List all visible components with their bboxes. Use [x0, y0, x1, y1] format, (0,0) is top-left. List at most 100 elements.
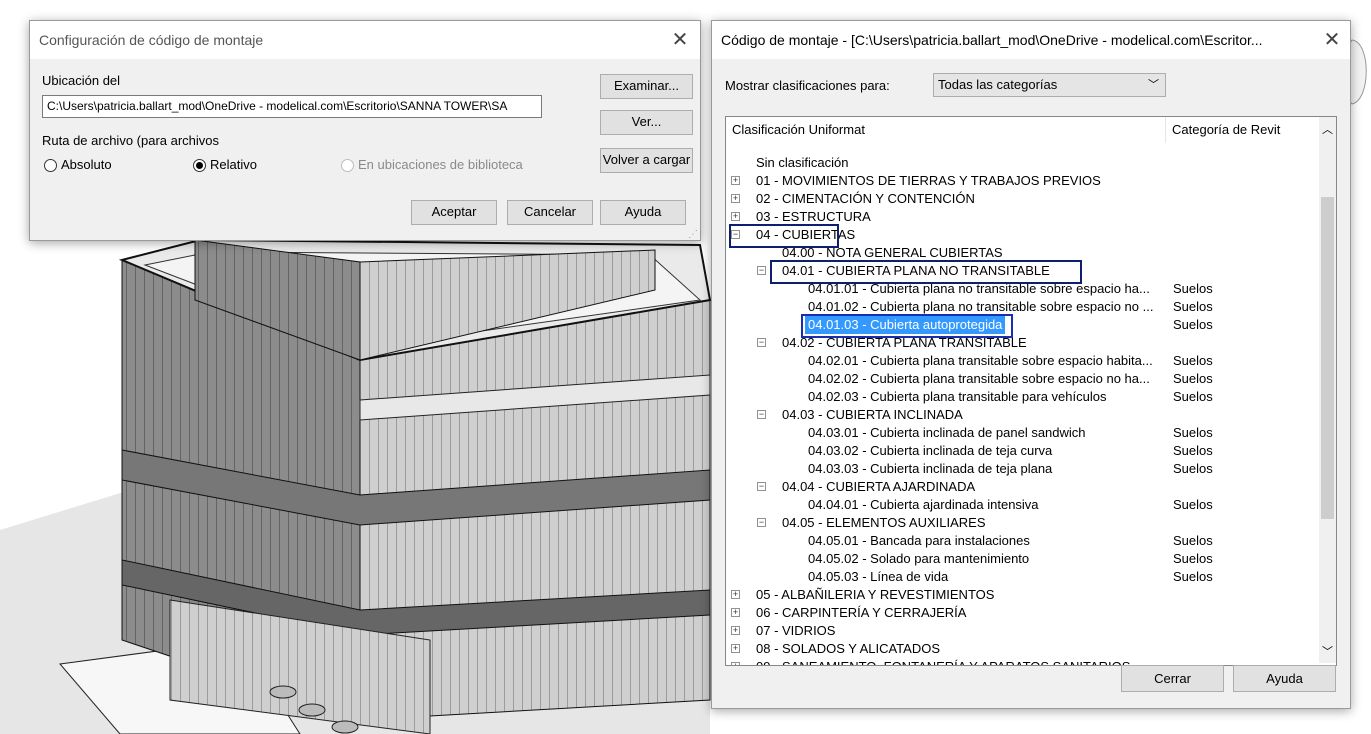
- tree-row[interactable]: − 04.03 - CUBIERTA INCLINADA: [726, 406, 1318, 424]
- category-filter-value: Todas las categorías: [938, 77, 1058, 92]
- tree-row-label: 04.05.03 - Línea de vida: [808, 569, 949, 584]
- tree-row-category: Suelos: [1173, 533, 1213, 548]
- classification-tree[interactable]: Clasificación Uniformat Categoría de Rev…: [725, 116, 1337, 666]
- tree-row-label: 04.05.02 - Solado para mantenimiento: [808, 551, 1030, 566]
- tree-row[interactable]: 04.03.02 - Cubierta inclinada de teja cu…: [726, 442, 1318, 460]
- tree-row[interactable]: +05 - ALBAÑILERIA Y REVESTIMIENTOS: [726, 586, 1318, 604]
- expand-icon[interactable]: +: [731, 194, 740, 203]
- radio-relative-label: Relativo: [210, 157, 257, 172]
- close-icon[interactable]: ✕: [1318, 27, 1346, 53]
- scroll-down-icon[interactable]: ﹀: [1322, 643, 1333, 659]
- cancel-button[interactable]: Cancelar: [507, 200, 593, 225]
- radio-relative[interactable]: [193, 159, 206, 172]
- tree-row[interactable]: +07 - VIDRIOS: [726, 622, 1318, 640]
- scroll-up-icon[interactable]: ︿: [1322, 121, 1333, 137]
- scrollbar-thumb[interactable]: [1321, 197, 1334, 519]
- tree-row[interactable]: 04.02.02 - Cubierta plana transitable so…: [726, 370, 1318, 388]
- tree-row-label: 07 - VIDRIOS: [756, 623, 836, 638]
- collapse-icon[interactable]: −: [757, 518, 766, 527]
- tree-row[interactable]: 04.05.02 - Solado para mantenimiento Suel…: [726, 550, 1318, 568]
- column-header-category[interactable]: Categoría de Revit: [1166, 117, 1316, 143]
- assembly-code-dialog: Código de montaje - [C:\Users\patricia.b…: [711, 20, 1351, 709]
- column-header-classification[interactable]: Clasificación Uniformat: [726, 117, 1166, 143]
- tree-row-label: 04.03.03 - Cubierta inclinada de teja pl…: [808, 461, 1053, 476]
- dialog-title: Configuración de código de montaje: [39, 32, 264, 48]
- tree-row[interactable]: − 04.04 - CUBIERTA AJARDINADA: [726, 478, 1318, 496]
- view-button[interactable]: Ver...: [600, 110, 693, 135]
- expand-icon[interactable]: +: [731, 608, 740, 617]
- tree-row-label: 06 - CARPINTERÍA Y CERRAJERÍA: [756, 605, 967, 620]
- vertical-scrollbar[interactable]: ︿ ﹀: [1319, 117, 1336, 663]
- radio-absolute-label: Absoluto: [61, 157, 112, 172]
- show-classifications-label: Mostrar clasificaciones para:: [725, 78, 890, 93]
- tree-row[interactable]: 04.05.03 - Línea de vida Suelos: [726, 568, 1318, 586]
- reload-button[interactable]: Volver a cargar: [600, 148, 693, 173]
- tree-row-category: Suelos: [1173, 353, 1213, 368]
- highlight-box: [729, 224, 839, 248]
- tree-row-category: Suelos: [1173, 371, 1213, 386]
- tree-row-label: 04.05.01 - Bancada para instalaciones: [808, 533, 1030, 548]
- tree-row[interactable]: +09 - SANEAMIENTO, FONTANERÍA Y APARATOS…: [726, 658, 1318, 665]
- tree-row[interactable]: +08 - SOLADOS Y ALICATADOS: [726, 640, 1318, 658]
- tree-row-label: 02 - CIMENTACIÓN Y CONTENCIÓN: [756, 191, 975, 206]
- close-icon[interactable]: ✕: [666, 27, 694, 53]
- file-path-field[interactable]: C:\Users\patricia.ballart_mod\OneDrive -…: [42, 95, 542, 118]
- expand-icon[interactable]: +: [731, 212, 740, 221]
- tree-row-label: 04.03 - CUBIERTA INCLINADA: [782, 407, 963, 422]
- tree-row-label: Sin clasificación: [756, 155, 849, 170]
- tree-row[interactable]: 04.03.03 - Cubierta inclinada de teja pl…: [726, 460, 1318, 478]
- tree-row-label: 04.02.02 - Cubierta plana transitable so…: [808, 371, 1150, 386]
- collapse-icon[interactable]: −: [757, 266, 766, 275]
- dialog-title: Código de montaje - [C:\Users\patricia.b…: [721, 32, 1263, 48]
- resize-grip-icon[interactable]: ⋰: [688, 229, 698, 240]
- tree-row[interactable]: − 04.05 - ELEMENTOS AUXILIARES: [726, 514, 1318, 532]
- close-button[interactable]: Cerrar: [1121, 665, 1224, 692]
- tree-row-category: Suelos: [1173, 443, 1213, 458]
- tree-row[interactable]: 04.02.01 - Cubierta plana transitable so…: [726, 352, 1318, 370]
- category-filter-select[interactable]: Todas las categorías ﹀: [933, 73, 1166, 97]
- tree-row-label: 04.02.01 - Cubierta plana transitable so…: [808, 353, 1153, 368]
- tree-row[interactable]: 04.05.01 - Bancada para instalaciones Sue…: [726, 532, 1318, 550]
- tree-row-label: 04.04 - CUBIERTA AJARDINADA: [782, 479, 976, 494]
- tree-row-label: 04.03.02 - Cubierta inclinada de teja cu…: [808, 443, 1053, 458]
- tree-row[interactable]: 04.04.01 - Cubierta ajardinada intensiva…: [726, 496, 1318, 514]
- tree-row-label: 04.03.01 - Cubierta inclinada de panel s…: [808, 425, 1086, 440]
- expand-icon[interactable]: +: [731, 662, 740, 665]
- collapse-icon[interactable]: −: [757, 338, 766, 347]
- tree-row-label: 01 - MOVIMIENTOS DE TIERRAS Y TRABAJOS P…: [756, 173, 1101, 188]
- tree-row-category: Suelos: [1173, 569, 1213, 584]
- tree-row-label: 08 - SOLADOS Y ALICATADOS: [756, 641, 940, 656]
- help-button[interactable]: Ayuda: [600, 200, 686, 225]
- browse-button[interactable]: Examinar...: [600, 74, 693, 99]
- tree-row[interactable]: +01 - MOVIMIENTOS DE TIERRAS Y TRABAJOS …: [726, 172, 1318, 190]
- highlight-box: [801, 314, 1013, 338]
- tree-row[interactable]: +06 - CARPINTERÍA Y CERRAJERÍA: [726, 604, 1318, 622]
- radio-library-label: En ubicaciones de biblioteca: [358, 157, 523, 172]
- assembly-code-settings-dialog: Configuración de código de montaje ✕ Ubi…: [29, 20, 701, 241]
- tree-row-label: 04.04.01 - Cubierta ajardinada intensiva: [808, 497, 1039, 512]
- expand-icon[interactable]: +: [731, 176, 740, 185]
- expand-icon[interactable]: +: [731, 626, 740, 635]
- title-bar: Configuración de código de montaje ✕: [30, 21, 700, 59]
- expand-icon[interactable]: +: [731, 644, 740, 653]
- highlight-box: [770, 260, 1082, 284]
- tree-row-category: Suelos: [1173, 551, 1213, 566]
- tree-row-category: Suelos: [1173, 317, 1213, 332]
- tree-row[interactable]: 04.03.01 - Cubierta inclinada de panel s…: [726, 424, 1318, 442]
- tree-row[interactable]: 04.02.03 - Cubierta plana transitable pa…: [726, 388, 1318, 406]
- tree-row-label: 04.05 - ELEMENTOS AUXILIARES: [782, 515, 986, 530]
- title-bar: Código de montaje - [C:\Users\patricia.b…: [712, 21, 1350, 59]
- collapse-icon[interactable]: −: [757, 410, 766, 419]
- tree-row-category: Suelos: [1173, 389, 1213, 404]
- tree-row-category: Suelos: [1173, 461, 1213, 476]
- radio-absolute[interactable]: [44, 159, 57, 172]
- expand-icon[interactable]: +: [731, 590, 740, 599]
- tree-row[interactable]: +02 - CIMENTACIÓN Y CONTENCIÓN: [726, 190, 1318, 208]
- help-button[interactable]: Ayuda: [1233, 665, 1336, 692]
- route-label: Ruta de archivo (para archivos: [42, 133, 220, 148]
- radio-library[interactable]: [341, 159, 354, 172]
- accept-button[interactable]: Aceptar: [411, 200, 497, 225]
- collapse-icon[interactable]: −: [757, 482, 766, 491]
- tree-row-category: Suelos: [1173, 299, 1213, 314]
- tree-row[interactable]: Sin clasificación: [726, 154, 1318, 172]
